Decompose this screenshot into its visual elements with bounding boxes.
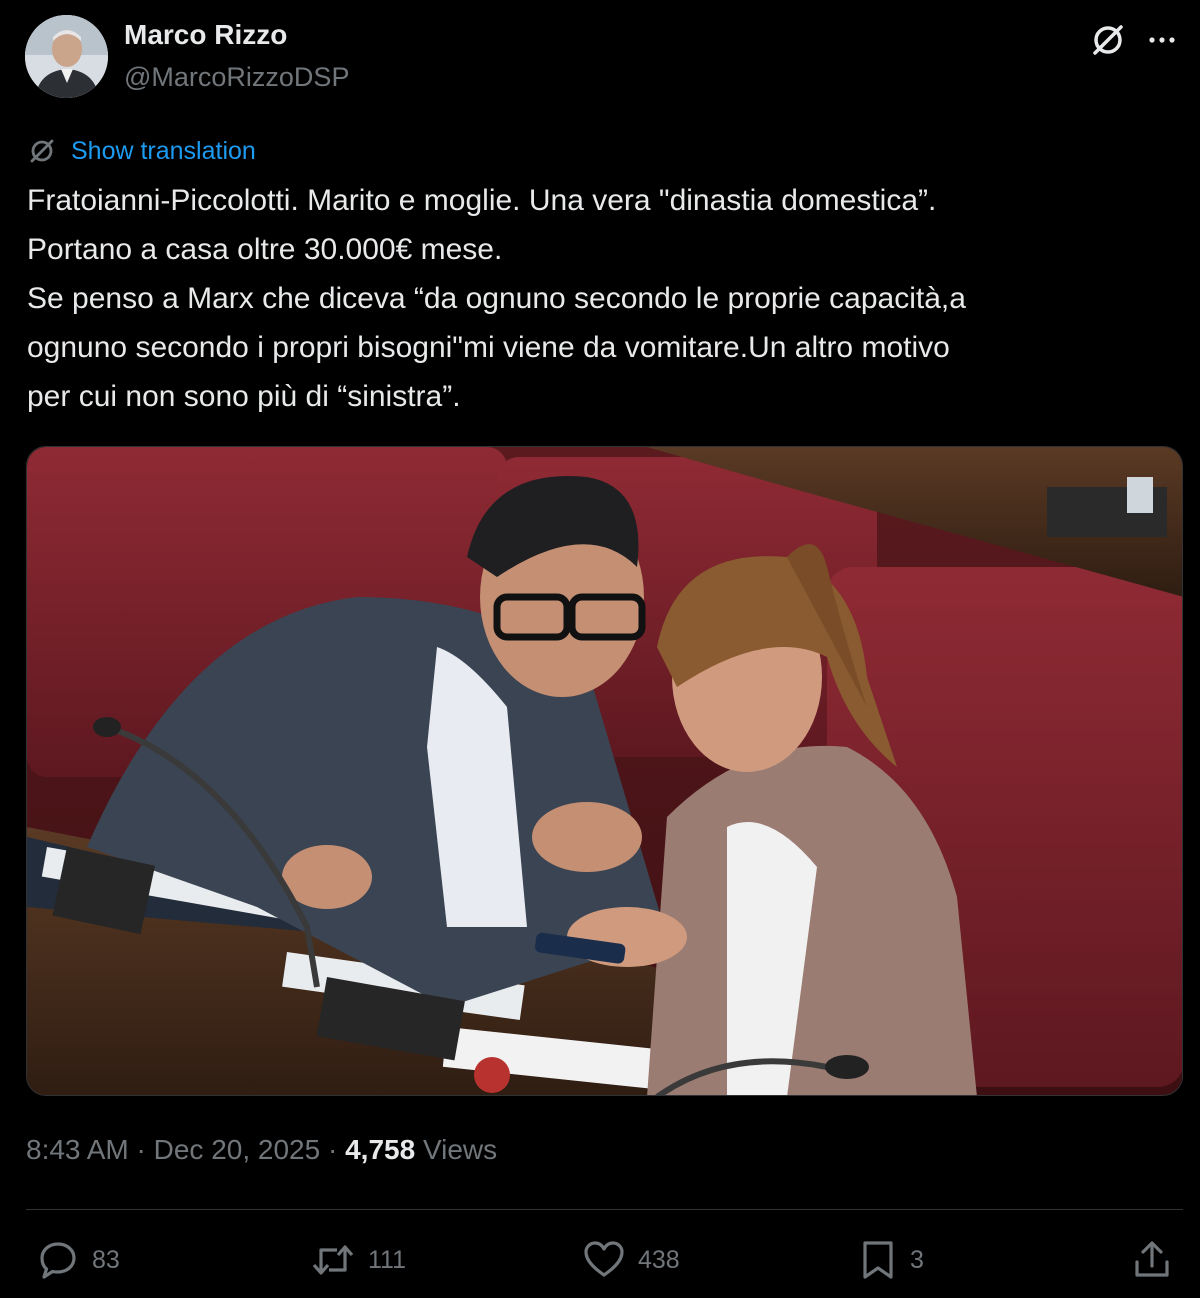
meta-separator: · — [128, 1134, 154, 1165]
action-bar: 83 111 438 3 — [0, 1232, 1200, 1288]
bookmark-count: 3 — [910, 1245, 924, 1274]
more-horizontal-icon[interactable] — [1142, 20, 1182, 60]
share-icon — [1130, 1238, 1174, 1282]
tweet-time[interactable]: 8:43 AM — [26, 1134, 129, 1165]
reply-button[interactable]: 83 — [36, 1236, 120, 1284]
tweet-date[interactable]: Dec 20, 2025 — [154, 1134, 321, 1165]
bookmark-icon — [858, 1238, 898, 1282]
tweet-line: ognuno secondo i propri bisogni"mi viene… — [27, 331, 950, 364]
grok-slash-icon[interactable] — [1088, 20, 1128, 60]
avatar[interactable] — [25, 15, 108, 98]
share-button[interactable] — [1130, 1236, 1174, 1284]
reply-count: 83 — [92, 1245, 120, 1274]
repost-button[interactable]: 111 — [310, 1236, 406, 1284]
tweet-photo[interactable] — [26, 446, 1183, 1096]
tweet-header: Marco Rizzo @MarcoRizzoDSP — [0, 0, 1200, 110]
show-translation-link[interactable]: Show translation — [27, 134, 256, 168]
views-count: 4,758 — [345, 1134, 416, 1165]
reply-icon — [36, 1238, 80, 1282]
translate-icon — [27, 136, 57, 166]
repost-icon — [310, 1238, 356, 1282]
heart-icon — [582, 1238, 626, 1282]
show-translation-label: Show translation — [71, 136, 256, 165]
meta-separator: · — [320, 1134, 346, 1165]
tweet-line: per cui non sono più di “sinistra”. — [27, 380, 461, 413]
tweet-text: Fratoianni-Piccolotti. Marito e moglie. … — [27, 176, 1177, 421]
repost-count: 111 — [368, 1245, 407, 1274]
tweet-line: Portano a casa oltre 30.000€ mese. — [27, 233, 503, 266]
like-button[interactable]: 438 — [582, 1236, 680, 1284]
author-name[interactable]: Marco Rizzo — [124, 19, 287, 51]
tweet-line: Fratoianni-Piccolotti. Marito e moglie. … — [27, 184, 937, 217]
tweet-meta: 8:43 AM · Dec 20, 2025 · 4,758 Views — [26, 1134, 497, 1166]
views-label: Views — [415, 1134, 498, 1165]
divider — [26, 1209, 1183, 1210]
bookmark-button[interactable]: 3 — [858, 1236, 924, 1284]
author-handle[interactable]: @MarcoRizzoDSP — [124, 62, 349, 93]
like-count: 438 — [638, 1245, 680, 1274]
tweet-line: Se penso a Marx che diceva “da ognuno se… — [27, 282, 966, 315]
